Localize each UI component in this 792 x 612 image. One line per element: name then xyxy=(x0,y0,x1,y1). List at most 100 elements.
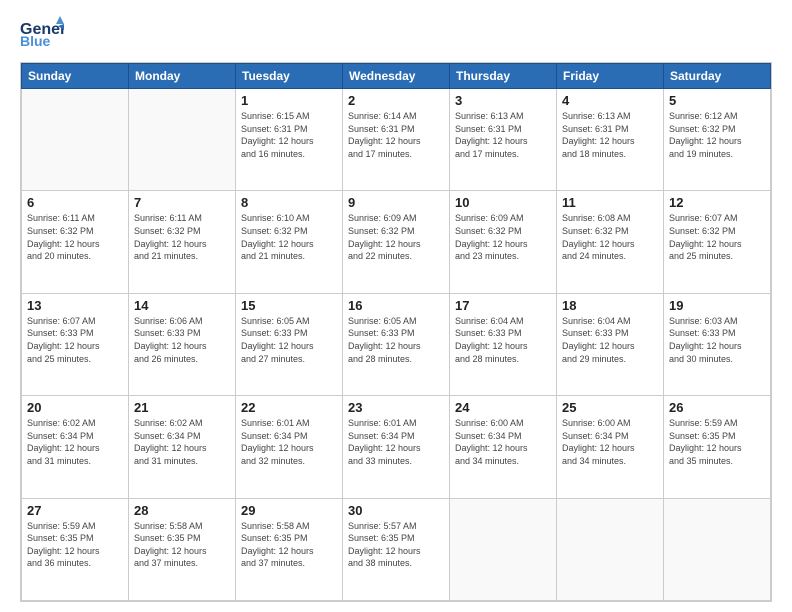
week-row-4: 20 Sunrise: 6:02 AM Sunset: 6:34 PM Dayli… xyxy=(22,396,771,498)
day-cell: 5 Sunrise: 6:12 AM Sunset: 6:32 PM Daylig… xyxy=(664,89,771,191)
day-number: 19 xyxy=(669,298,765,313)
day-cell: 19 Sunrise: 6:03 AM Sunset: 6:33 PM Dayli… xyxy=(664,293,771,395)
day-cell: 1 Sunrise: 6:15 AM Sunset: 6:31 PM Daylig… xyxy=(236,89,343,191)
day-info: Sunrise: 6:07 AM Sunset: 6:32 PM Dayligh… xyxy=(669,212,765,262)
day-number: 17 xyxy=(455,298,551,313)
day-cell xyxy=(129,89,236,191)
day-cell: 26 Sunrise: 5:59 AM Sunset: 6:35 PM Dayli… xyxy=(664,396,771,498)
day-info: Sunrise: 6:15 AM Sunset: 6:31 PM Dayligh… xyxy=(241,110,337,160)
day-info: Sunrise: 6:09 AM Sunset: 6:32 PM Dayligh… xyxy=(348,212,444,262)
day-cell: 6Sunrise: 6:11 AM Sunset: 6:32 PM Daylig… xyxy=(22,191,129,293)
week-row-3: 13Sunrise: 6:07 AM Sunset: 6:33 PM Dayli… xyxy=(22,293,771,395)
day-info: Sunrise: 6:06 AM Sunset: 6:33 PM Dayligh… xyxy=(134,315,230,365)
calendar: SundayMondayTuesdayWednesdayThursdayFrid… xyxy=(20,62,772,602)
day-cell: 20 Sunrise: 6:02 AM Sunset: 6:34 PM Dayli… xyxy=(22,396,129,498)
day-info: Sunrise: 6:00 AM Sunset: 6:34 PM Dayligh… xyxy=(455,417,551,467)
header-cell-wednesday: Wednesday xyxy=(343,64,450,89)
day-cell: 16 Sunrise: 6:05 AM Sunset: 6:33 PM Dayli… xyxy=(343,293,450,395)
day-number: 15 xyxy=(241,298,337,313)
week-row-1: 1 Sunrise: 6:15 AM Sunset: 6:31 PM Daylig… xyxy=(22,89,771,191)
day-cell: 25Sunrise: 6:00 AM Sunset: 6:34 PM Dayli… xyxy=(557,396,664,498)
day-cell: 2 Sunrise: 6:14 AM Sunset: 6:31 PM Daylig… xyxy=(343,89,450,191)
header-cell-tuesday: Tuesday xyxy=(236,64,343,89)
day-info: Sunrise: 6:12 AM Sunset: 6:32 PM Dayligh… xyxy=(669,110,765,160)
day-info: Sunrise: 5:59 AM Sunset: 6:35 PM Dayligh… xyxy=(669,417,765,467)
day-cell: 18 Sunrise: 6:04 AM Sunset: 6:33 PM Dayli… xyxy=(557,293,664,395)
calendar-header: SundayMondayTuesdayWednesdayThursdayFrid… xyxy=(22,64,771,89)
day-info: Sunrise: 6:03 AM Sunset: 6:33 PM Dayligh… xyxy=(669,315,765,365)
day-cell: 4 Sunrise: 6:13 AM Sunset: 6:31 PM Daylig… xyxy=(557,89,664,191)
day-number: 7 xyxy=(134,195,230,210)
day-cell: 29 Sunrise: 5:58 AM Sunset: 6:35 PM Dayli… xyxy=(236,498,343,600)
day-info: Sunrise: 6:04 AM Sunset: 6:33 PM Dayligh… xyxy=(562,315,658,365)
day-info: Sunrise: 6:04 AM Sunset: 6:33 PM Dayligh… xyxy=(455,315,551,365)
day-info: Sunrise: 6:05 AM Sunset: 6:33 PM Dayligh… xyxy=(241,315,337,365)
header-cell-saturday: Saturday xyxy=(664,64,771,89)
day-info: Sunrise: 6:13 AM Sunset: 6:31 PM Dayligh… xyxy=(562,110,658,160)
page: General Blue SundayMondayTuesdayWednesda… xyxy=(0,0,792,612)
header: General Blue xyxy=(20,16,772,52)
day-number: 20 xyxy=(27,400,123,415)
day-number: 21 xyxy=(134,400,230,415)
day-cell: 13Sunrise: 6:07 AM Sunset: 6:33 PM Dayli… xyxy=(22,293,129,395)
day-cell xyxy=(22,89,129,191)
day-cell xyxy=(450,498,557,600)
day-cell: 10 Sunrise: 6:09 AM Sunset: 6:32 PM Dayli… xyxy=(450,191,557,293)
day-number: 4 xyxy=(562,93,658,108)
day-cell: 8Sunrise: 6:10 AM Sunset: 6:32 PM Daylig… xyxy=(236,191,343,293)
day-number: 29 xyxy=(241,503,337,518)
day-cell: 27 Sunrise: 5:59 AM Sunset: 6:35 PM Dayli… xyxy=(22,498,129,600)
day-number: 30 xyxy=(348,503,444,518)
day-info: Sunrise: 6:09 AM Sunset: 6:32 PM Dayligh… xyxy=(455,212,551,262)
day-cell: 15 Sunrise: 6:05 AM Sunset: 6:33 PM Dayli… xyxy=(236,293,343,395)
day-number: 2 xyxy=(348,93,444,108)
header-row: SundayMondayTuesdayWednesdayThursdayFrid… xyxy=(22,64,771,89)
day-info: Sunrise: 6:01 AM Sunset: 6:34 PM Dayligh… xyxy=(348,417,444,467)
header-cell-thursday: Thursday xyxy=(450,64,557,89)
day-info: Sunrise: 5:57 AM Sunset: 6:35 PM Dayligh… xyxy=(348,520,444,570)
day-info: Sunrise: 6:02 AM Sunset: 6:34 PM Dayligh… xyxy=(27,417,123,467)
day-info: Sunrise: 6:13 AM Sunset: 6:31 PM Dayligh… xyxy=(455,110,551,160)
day-number: 11 xyxy=(562,195,658,210)
day-number: 1 xyxy=(241,93,337,108)
logo: General Blue xyxy=(20,16,64,52)
day-cell: 7Sunrise: 6:11 AM Sunset: 6:32 PM Daylig… xyxy=(129,191,236,293)
calendar-body: 1 Sunrise: 6:15 AM Sunset: 6:31 PM Daylig… xyxy=(22,89,771,601)
day-number: 28 xyxy=(134,503,230,518)
day-number: 13 xyxy=(27,298,123,313)
day-number: 24 xyxy=(455,400,551,415)
day-number: 10 xyxy=(455,195,551,210)
day-number: 12 xyxy=(669,195,765,210)
day-info: Sunrise: 5:58 AM Sunset: 6:35 PM Dayligh… xyxy=(241,520,337,570)
logo-icon: General Blue xyxy=(20,16,64,52)
day-number: 26 xyxy=(669,400,765,415)
day-number: 18 xyxy=(562,298,658,313)
day-cell: 3Sunrise: 6:13 AM Sunset: 6:31 PM Daylig… xyxy=(450,89,557,191)
day-info: Sunrise: 6:10 AM Sunset: 6:32 PM Dayligh… xyxy=(241,212,337,262)
week-row-5: 27 Sunrise: 5:59 AM Sunset: 6:35 PM Dayli… xyxy=(22,498,771,600)
day-number: 27 xyxy=(27,503,123,518)
header-cell-sunday: Sunday xyxy=(22,64,129,89)
day-cell: 17 Sunrise: 6:04 AM Sunset: 6:33 PM Dayli… xyxy=(450,293,557,395)
header-cell-friday: Friday xyxy=(557,64,664,89)
day-info: Sunrise: 6:08 AM Sunset: 6:32 PM Dayligh… xyxy=(562,212,658,262)
day-info: Sunrise: 6:02 AM Sunset: 6:34 PM Dayligh… xyxy=(134,417,230,467)
day-number: 14 xyxy=(134,298,230,313)
day-cell: 30 Sunrise: 5:57 AM Sunset: 6:35 PM Dayli… xyxy=(343,498,450,600)
header-cell-monday: Monday xyxy=(129,64,236,89)
day-cell: 28Sunrise: 5:58 AM Sunset: 6:35 PM Dayli… xyxy=(129,498,236,600)
week-row-2: 6Sunrise: 6:11 AM Sunset: 6:32 PM Daylig… xyxy=(22,191,771,293)
day-number: 16 xyxy=(348,298,444,313)
day-cell: 14 Sunrise: 6:06 AM Sunset: 6:33 PM Dayli… xyxy=(129,293,236,395)
day-info: Sunrise: 6:05 AM Sunset: 6:33 PM Dayligh… xyxy=(348,315,444,365)
day-cell: 21 Sunrise: 6:02 AM Sunset: 6:34 PM Dayli… xyxy=(129,396,236,498)
day-number: 9 xyxy=(348,195,444,210)
day-number: 5 xyxy=(669,93,765,108)
day-cell xyxy=(664,498,771,600)
day-info: Sunrise: 6:11 AM Sunset: 6:32 PM Dayligh… xyxy=(27,212,123,262)
day-info: Sunrise: 6:14 AM Sunset: 6:31 PM Dayligh… xyxy=(348,110,444,160)
day-number: 25 xyxy=(562,400,658,415)
day-cell: 22Sunrise: 6:01 AM Sunset: 6:34 PM Dayli… xyxy=(236,396,343,498)
day-info: Sunrise: 5:59 AM Sunset: 6:35 PM Dayligh… xyxy=(27,520,123,570)
day-number: 23 xyxy=(348,400,444,415)
